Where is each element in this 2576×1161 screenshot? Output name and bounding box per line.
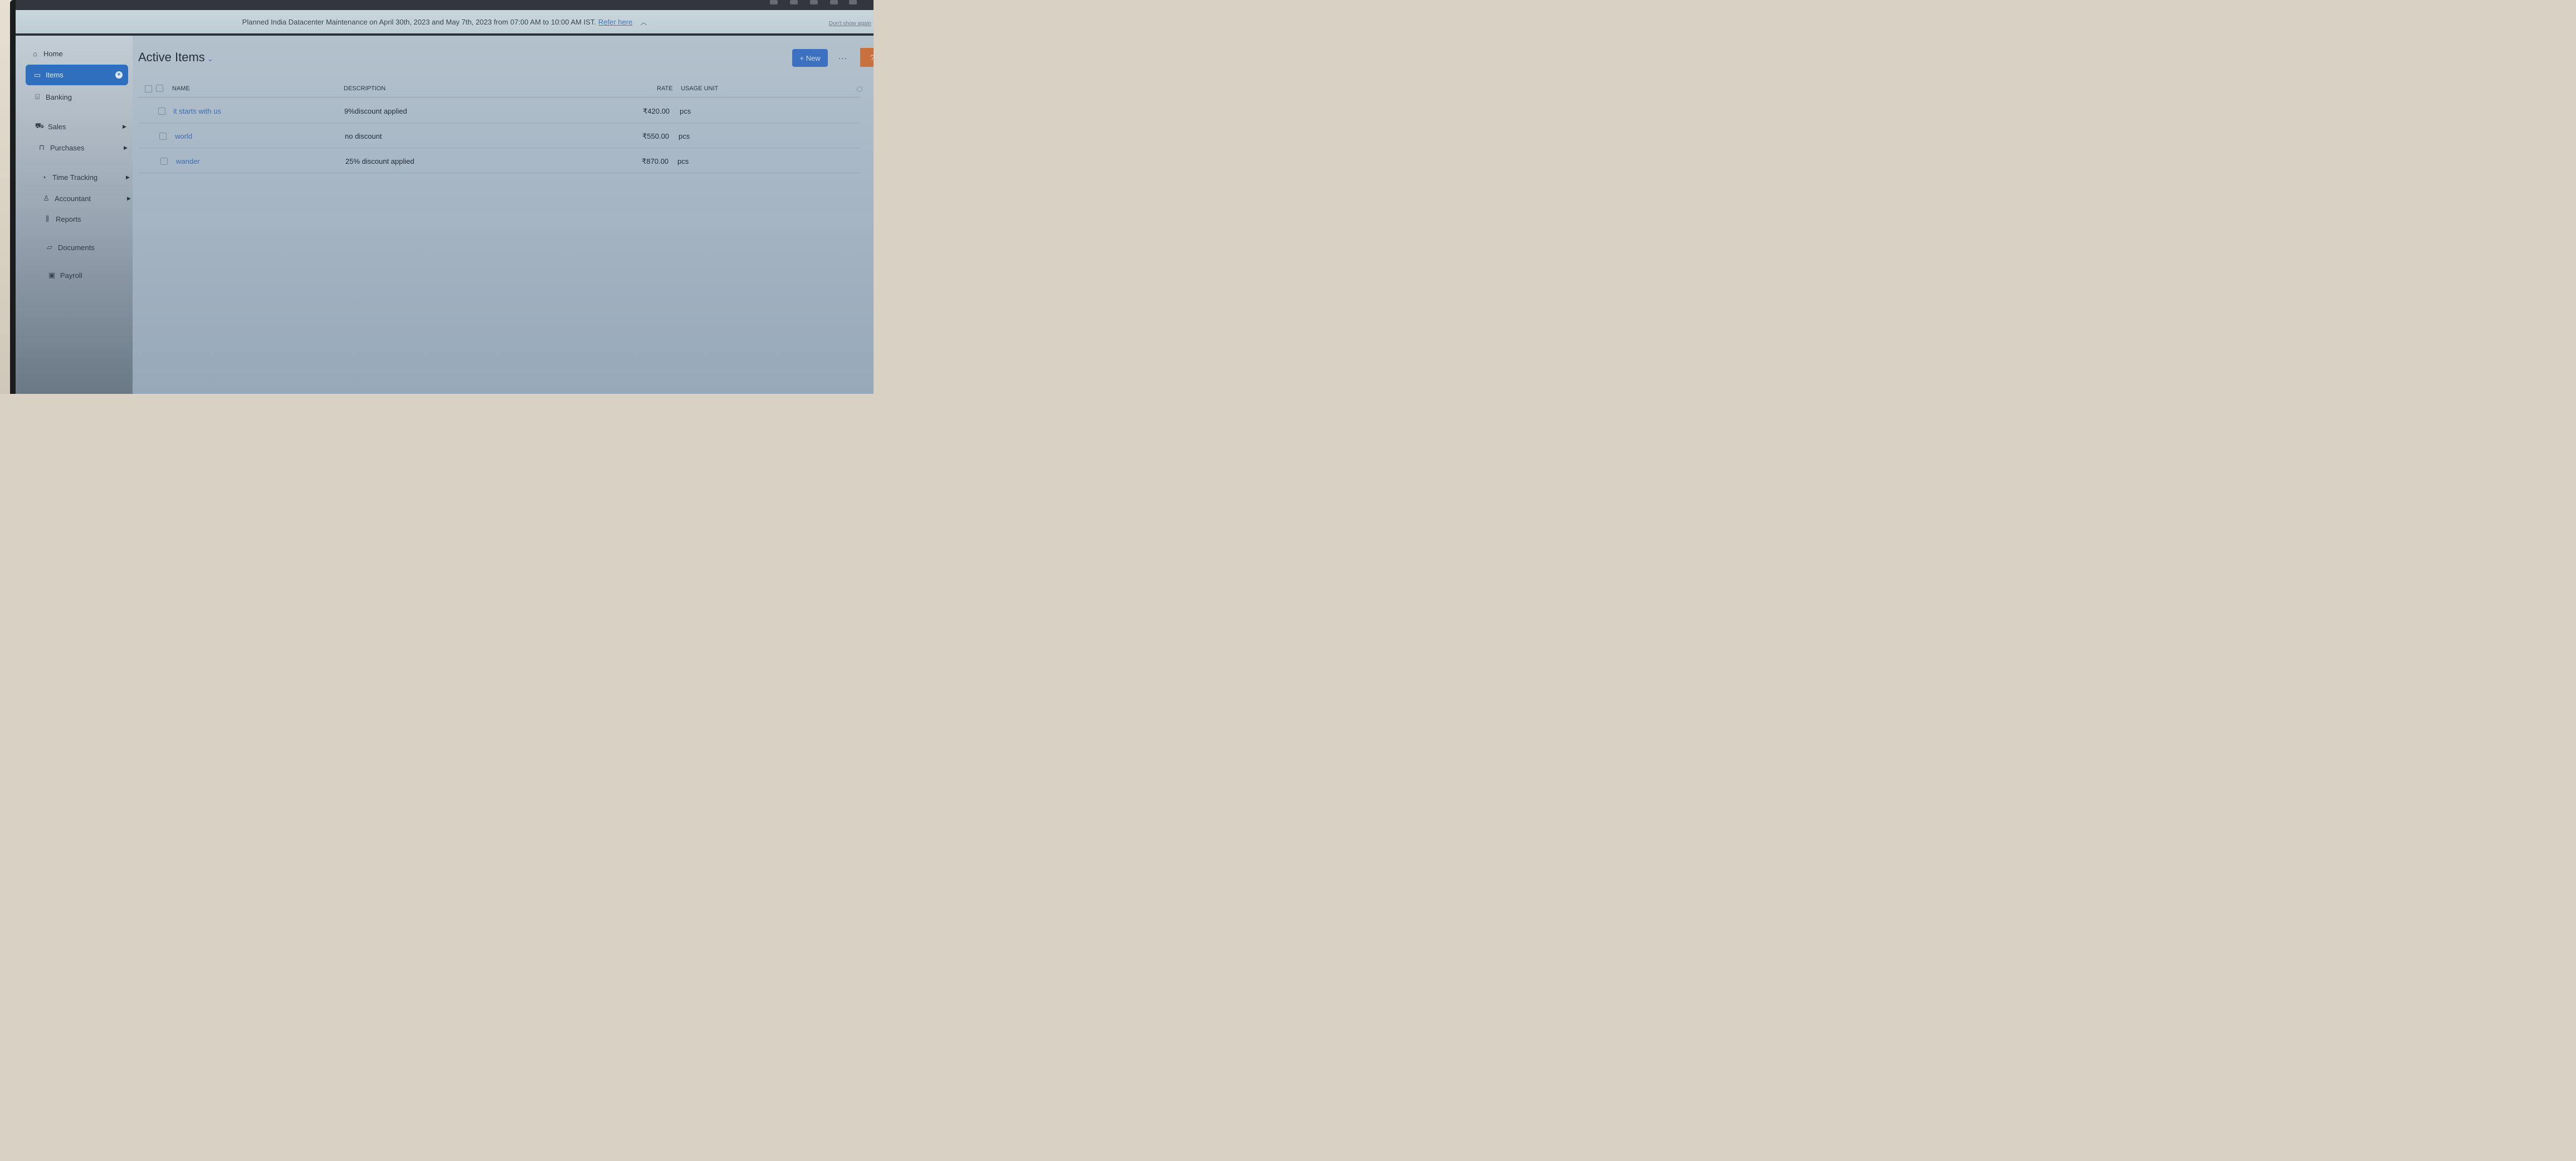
- chevron-right-icon: ▶: [127, 196, 131, 201]
- sidebar-item-banking[interactable]: ⌸ Banking: [32, 92, 72, 101]
- sidebar-item-documents[interactable]: ▱ Documents: [45, 243, 95, 252]
- item-name-link[interactable]: world: [175, 132, 192, 140]
- item-description: no discount: [345, 132, 382, 140]
- sidebar-item-items[interactable]: ▭ Items +: [26, 65, 128, 85]
- accountant-icon: ♙: [43, 194, 50, 202]
- sidebar-item-sales[interactable]: ⛟ Sales ▶: [35, 121, 127, 131]
- sidebar-item-label: Sales: [48, 122, 66, 131]
- maintenance-banner: Planned India Datacenter Maintenance on …: [16, 10, 874, 36]
- star-icon[interactable]: [790, 0, 798, 4]
- chevron-right-icon: ▶: [126, 174, 130, 180]
- column-header-rate[interactable]: RATE: [657, 85, 673, 92]
- sidebar-item-label: Documents: [58, 243, 95, 252]
- row-checkbox[interactable]: [158, 108, 165, 115]
- item-name-link[interactable]: it starts with us: [173, 107, 221, 115]
- item-rate: ₹420.00: [643, 107, 670, 115]
- table-row[interactable]: world no discount ₹550.00 pcs: [138, 123, 860, 148]
- more-options-button[interactable]: ···: [835, 50, 851, 66]
- sidebar-item-time-tracking[interactable]: ◔ Time Tracking ▶: [39, 173, 130, 182]
- item-description: 25% discount applied: [345, 157, 414, 165]
- column-settings-icon[interactable]: [857, 86, 862, 92]
- chevron-right-icon: ▶: [123, 124, 126, 129]
- sidebar-item-label: Payroll: [60, 271, 82, 280]
- item-usage-unit: pcs: [680, 107, 691, 115]
- item-name-link[interactable]: wander: [176, 157, 200, 165]
- bank-icon: ⌸: [35, 92, 40, 101]
- add-item-icon[interactable]: +: [115, 71, 123, 79]
- row-checkbox[interactable]: [159, 133, 167, 140]
- help-button[interactable]: ?: [860, 48, 874, 67]
- item-description: 9%discount applied: [344, 107, 407, 115]
- table-row[interactable]: wander 25% discount applied ₹870.00 pcs: [138, 148, 860, 173]
- refer-here-link[interactable]: Refer here: [598, 18, 632, 26]
- home-icon: ⌂: [33, 49, 37, 58]
- item-usage-unit: pcs: [677, 157, 689, 165]
- cart-icon: ⛟: [35, 121, 45, 130]
- table-view-icon[interactable]: [145, 85, 152, 92]
- sidebar-item-reports[interactable]: ⫼ Reports: [42, 214, 81, 223]
- menu-icon[interactable]: [849, 0, 857, 4]
- profile-icon[interactable]: [830, 0, 838, 4]
- column-header-usage-unit[interactable]: USAGE UNIT: [681, 85, 718, 92]
- sidebar-item-label: Time Tracking: [52, 173, 98, 182]
- sidebar-item-label: Items: [46, 71, 64, 79]
- sidebar-item-label: Banking: [46, 92, 72, 101]
- page-title-text: Active Items: [138, 50, 205, 64]
- banner-message: Planned India Datacenter Maintenance on …: [242, 17, 596, 26]
- item-rate: ₹870.00: [642, 157, 669, 165]
- main-content: Active Items⌄ + New ··· ? NAME DESCRIPTI…: [133, 36, 874, 394]
- sidebar-item-home[interactable]: ⌂ Home: [30, 49, 63, 58]
- dont-show-again-link[interactable]: Don't show again: [829, 21, 871, 27]
- browser-control-icon[interactable]: [770, 0, 778, 4]
- new-item-button[interactable]: + New: [792, 49, 828, 67]
- sidebar-item-label: Accountant: [55, 194, 91, 203]
- bag-icon: ⊓: [38, 143, 45, 152]
- chevron-down-icon[interactable]: ⌄: [207, 55, 213, 63]
- reports-icon: ⫼: [46, 214, 49, 223]
- table-header: NAME DESCRIPTION RATE USAGE UNIT: [138, 80, 862, 97]
- chevron-up-icon[interactable]: ︿: [640, 17, 647, 27]
- chevron-right-icon: ▶: [124, 145, 128, 150]
- sidebar-item-accountant[interactable]: ♙ Accountant ▶: [41, 194, 131, 203]
- timer-icon: ◔: [42, 173, 46, 182]
- extension-icon[interactable]: [810, 0, 818, 4]
- payroll-icon: ▣: [48, 271, 56, 279]
- items-icon: ▭: [33, 70, 41, 79]
- sidebar-item-label: Home: [43, 49, 63, 58]
- column-header-name[interactable]: NAME: [172, 85, 190, 92]
- sidebar-item-label: Reports: [56, 214, 81, 223]
- item-usage-unit: pcs: [679, 132, 690, 140]
- item-rate: ₹550.00: [642, 132, 670, 140]
- browser-topbar: [16, 0, 874, 10]
- sidebar: ⌂ Home ▭ Items + ⌸ Banking ⛟ Sales ▶ ⊓ P…: [16, 36, 133, 394]
- folder-icon: ▱: [47, 243, 52, 251]
- column-header-description[interactable]: DESCRIPTION: [344, 85, 386, 92]
- table-row[interactable]: it starts with us 9%discount applied ₹42…: [138, 98, 860, 123]
- sidebar-item-label: Purchases: [50, 143, 85, 152]
- sidebar-item-purchases[interactable]: ⊓ Purchases ▶: [37, 143, 128, 152]
- sidebar-item-payroll[interactable]: ▣ Payroll: [47, 271, 82, 280]
- page-title[interactable]: Active Items ⌄: [138, 50, 213, 65]
- select-all-checkbox[interactable]: [156, 85, 163, 92]
- row-checkbox[interactable]: [160, 158, 168, 165]
- screen: Planned India Datacenter Maintenance on …: [16, 0, 874, 394]
